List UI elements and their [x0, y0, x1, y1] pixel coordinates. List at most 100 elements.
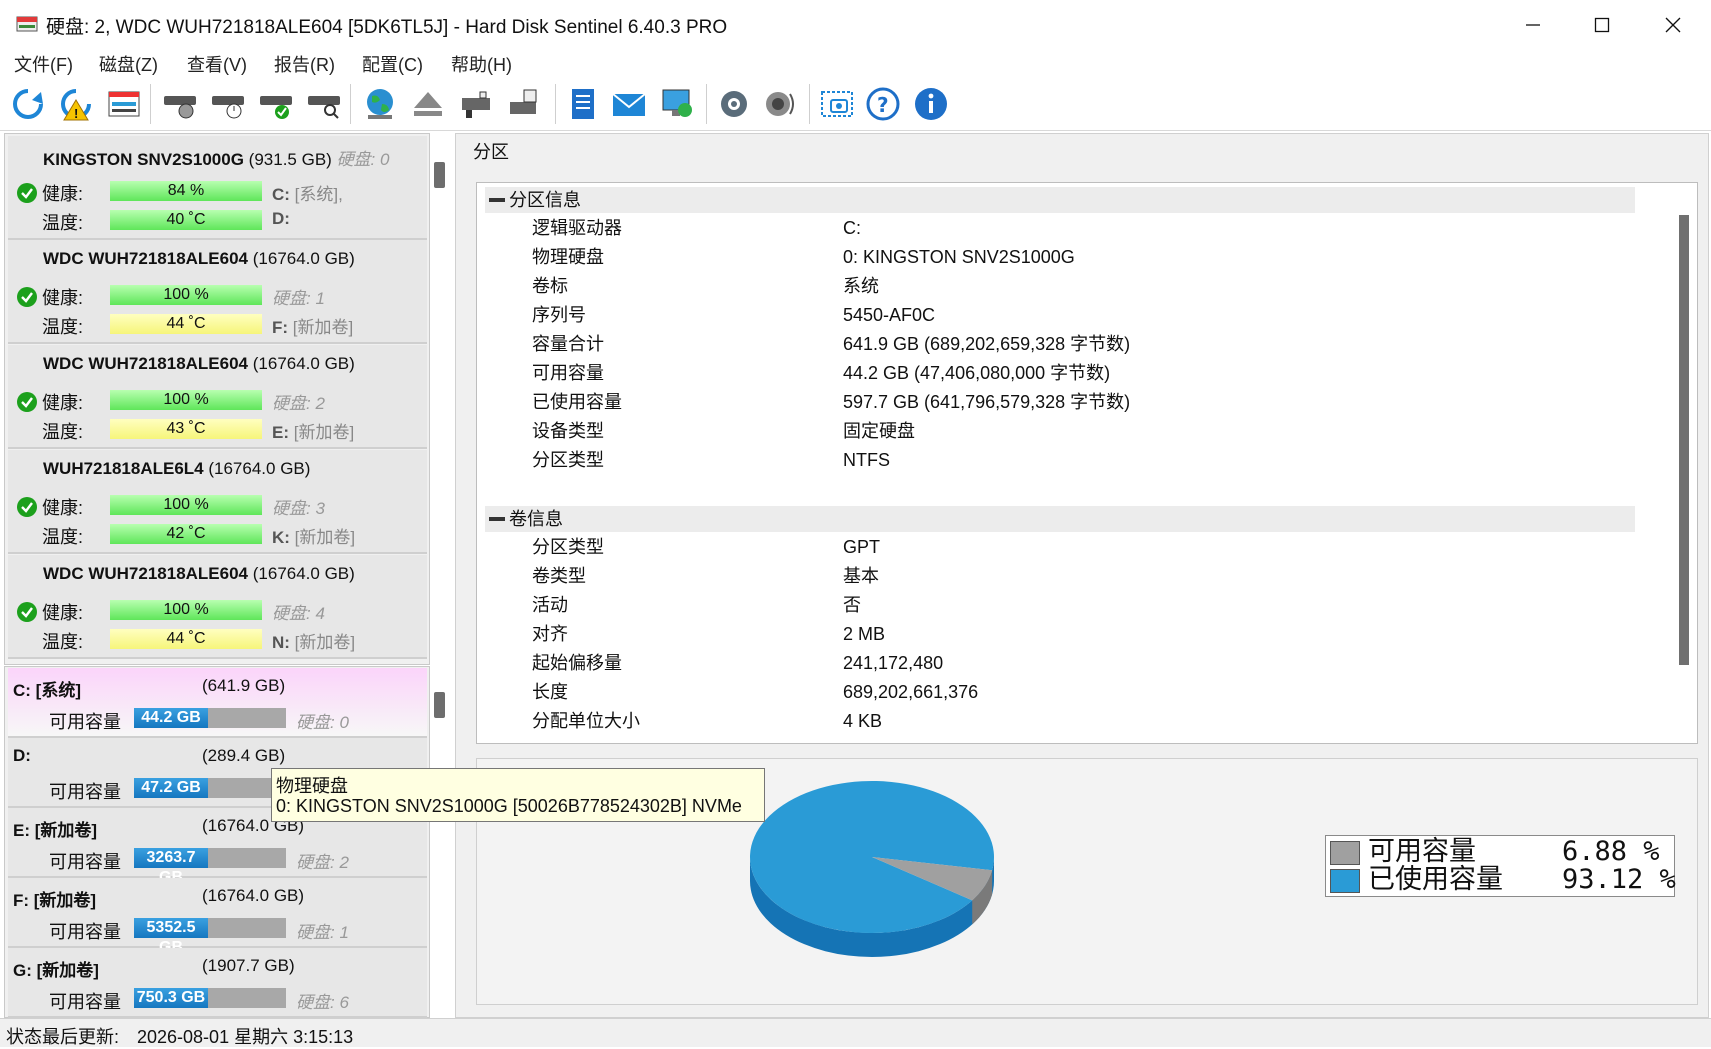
menu-view[interactable]: 查看(V) [187, 51, 247, 77]
help-icon: ? [866, 87, 900, 121]
disk-size: (16764.0 GB) [208, 459, 311, 478]
eject-button[interactable] [408, 84, 448, 124]
health-label: 健康: [42, 184, 84, 204]
tooltip-title: 物理硬盘 [276, 776, 348, 796]
network-monitor-icon [662, 89, 692, 117]
sound-button[interactable] [760, 84, 800, 124]
mail-button[interactable] [609, 84, 649, 124]
disk-card-0[interactable]: KINGSTON SNV2S1000G (931.5 GB) 硬盘: 0 健康:… [8, 136, 427, 240]
disk-timer-button[interactable] [208, 84, 248, 124]
pie-chart [750, 781, 994, 957]
menu-help[interactable]: 帮助(H) [451, 51, 512, 77]
drive-letter: E: [272, 423, 289, 442]
refresh-button[interactable] [8, 84, 48, 124]
health-bar: 100 % [110, 600, 262, 620]
disk-size: (16764.0 GB) [252, 354, 355, 373]
refresh-warning-button[interactable]: ! [56, 84, 96, 124]
legend-swatch [1330, 869, 1360, 893]
temperature-bar: 44 ˚C [110, 314, 262, 334]
drive-letter: F: [272, 318, 289, 337]
screenshot-button[interactable] [817, 84, 857, 124]
info-scrollbar[interactable] [1679, 215, 1689, 665]
disk-name: KINGSTON SNV2S1000G [43, 150, 244, 169]
disk-card-1[interactable]: WDC WUH721818ALE604 (16764.0 GB) 健康: 100… [8, 240, 427, 344]
disk-card-3[interactable]: WUH721818ALE6L4 (16764.0 GB) 健康: 100 % 硬… [8, 450, 427, 554]
temperature-bar: 44 ˚C [110, 629, 262, 649]
menu-config[interactable]: 配置(C) [362, 51, 423, 77]
free-space-label: 可用容量 [49, 852, 121, 872]
partition-info-header[interactable]: 分区信息 [485, 187, 1635, 213]
about-button[interactable] [911, 84, 951, 124]
minimize-icon [1526, 24, 1540, 26]
drive-letter: D: [272, 209, 290, 228]
drive-letter: K: [272, 528, 290, 547]
free-space-label: 可用容量 [49, 922, 121, 942]
partition-list-scrollbar[interactable] [434, 692, 445, 718]
disk-card-2[interactable]: WDC WUH721818ALE604 (16764.0 GB) 健康: 100… [8, 345, 427, 449]
drive-label: [新加卷] [288, 318, 354, 337]
globe-button[interactable] [360, 84, 400, 124]
drive-label: [系统], [289, 185, 343, 204]
temperature-label: 温度: [42, 527, 84, 547]
drive-label: [新加卷] [289, 423, 355, 442]
disk-info-button[interactable] [104, 84, 144, 124]
close-button[interactable] [1637, 0, 1709, 50]
refresh-warning-icon: ! [61, 89, 91, 121]
network-monitor-button[interactable] [657, 84, 697, 124]
free-space-bar: 47.2 GB [134, 778, 286, 798]
partition-card-f[interactable]: F: [新加卷] (16764.0 GB) 可用容量 5352.5 GB 硬盘:… [8, 878, 427, 956]
disk-list-scrollbar[interactable] [434, 162, 445, 188]
disk-timer-icon [212, 96, 244, 119]
disk-size: (16764.0 GB) [252, 564, 355, 583]
partition-card-g[interactable]: G: [新加卷] (1907.7 GB) 可用容量 750.3 GB 硬盘: 6 [8, 948, 427, 1018]
drive-letter: N: [272, 633, 290, 652]
disk-surface-button[interactable] [160, 84, 200, 124]
drive-usb-button[interactable] [504, 84, 544, 124]
health-label: 健康: [42, 393, 84, 413]
status-value: 2026-08-01 星期六 3:15:13 [137, 1027, 354, 1047]
disk-ok-button[interactable] [256, 84, 296, 124]
health-bar: 100 % [110, 495, 262, 515]
disk-number: 硬盘: 6 [296, 993, 349, 1012]
disk-info-icon [108, 91, 140, 117]
free-space-label: 可用容量 [49, 782, 121, 802]
report-button[interactable] [563, 84, 603, 124]
report-icon [572, 89, 594, 119]
tooltip-detail: 0: KINGSTON SNV2S1000G [50026B778524302B… [276, 796, 742, 816]
partition-info-panel: 分区信息 逻辑驱动器 C: 物理硬盘 0: KINGSTON SNV2S1000G … [476, 182, 1698, 744]
disk-surface-icon [164, 96, 196, 119]
menu-bar: 文件(F) 磁盘(Z) 查看(V) 报告(R) 配置(C) 帮助(H) [0, 48, 1711, 78]
health-ok-icon [17, 183, 37, 203]
menu-report[interactable]: 报告(R) [274, 51, 335, 77]
partition-size: (641.9 GB) [202, 676, 286, 695]
tab-partition[interactable]: 分区 [461, 137, 521, 167]
help-button[interactable]: ? [863, 84, 903, 124]
minimize-button[interactable] [1497, 0, 1569, 50]
drive-usb-icon [510, 89, 537, 114]
temperature-label: 温度: [42, 213, 84, 233]
partition-card-c[interactable]: C: [系统] (641.9 GB) 可用容量 44.2 GB 硬盘: 0 [8, 668, 427, 738]
settings-button[interactable] [714, 84, 754, 124]
disk-name: WDC WUH721818ALE604 [43, 564, 249, 583]
temperature-label: 温度: [42, 422, 84, 442]
disk-number: 硬盘: 2 [296, 853, 349, 872]
maximize-button[interactable] [1566, 0, 1638, 50]
tooltip: 物理硬盘 0: KINGSTON SNV2S1000G [50026B77852… [271, 768, 765, 822]
disk-card-4[interactable]: WDC WUH721818ALE604 (16764.0 GB) 健康: 100… [8, 555, 427, 659]
globe-icon [367, 89, 393, 119]
disk-name: WDC WUH721818ALE604 [43, 249, 249, 268]
menu-file[interactable]: 文件(F) [14, 51, 73, 77]
refresh-icon [13, 89, 43, 119]
free-space-label: 可用容量 [49, 992, 121, 1012]
volume-info-header[interactable]: 卷信息 [485, 506, 1635, 532]
disk-search-button[interactable] [304, 84, 344, 124]
disk-name: WUH721818ALE6L4 [43, 459, 204, 478]
svg-text:!: ! [74, 106, 78, 121]
menu-disk[interactable]: 磁盘(Z) [99, 51, 158, 77]
drive-cable-button[interactable] [456, 84, 496, 124]
disk-number: 硬盘: 4 [272, 604, 325, 623]
health-label: 健康: [42, 603, 84, 623]
partition-name: D: [13, 746, 31, 765]
free-space-label: 可用容量 [49, 712, 121, 732]
svg-text:?: ? [877, 93, 889, 117]
